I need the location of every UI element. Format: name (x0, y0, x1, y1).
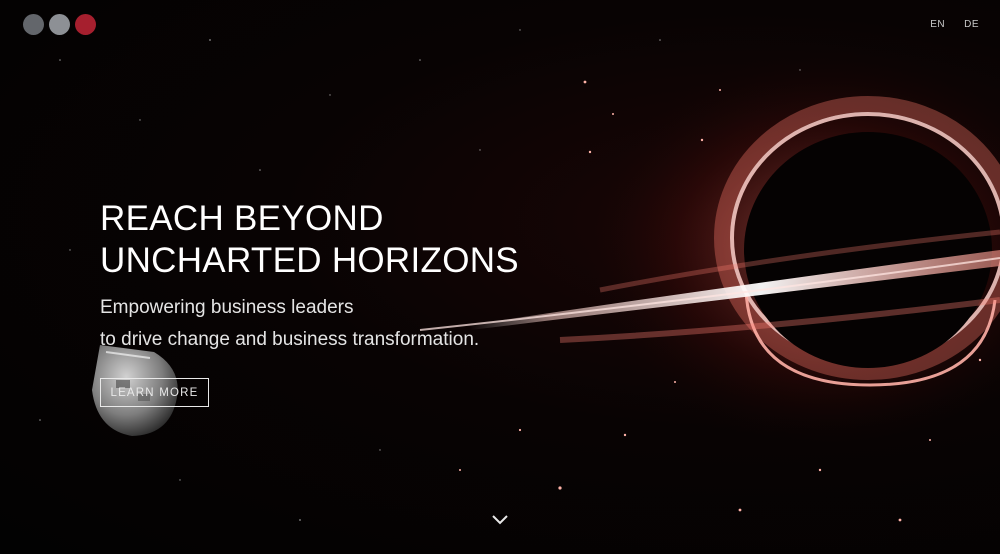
hero-headline-line-1: REACH BEYOND (100, 199, 384, 238)
language-de-link[interactable]: DE (964, 19, 979, 30)
hero-headline: REACH BEYOND UNCHARTED HORIZONS (100, 198, 519, 282)
logo[interactable] (23, 14, 96, 35)
hero-stage: EN DE REACH BEYOND UNCHARTED HORIZONS Em… (0, 0, 1000, 554)
learn-more-button[interactable]: LEARN MORE (100, 378, 209, 407)
logo-dot-2 (49, 14, 70, 35)
hero-text: REACH BEYOND UNCHARTED HORIZONS Empoweri… (100, 198, 519, 356)
logo-dot-3 (75, 14, 96, 35)
hero-subheadline-line-2: to drive change and business transformat… (100, 329, 480, 350)
logo-dot-1 (23, 14, 44, 35)
hero-headline-line-2: UNCHARTED HORIZONS (100, 241, 519, 280)
language-switcher: EN DE (930, 19, 979, 30)
chevron-down-icon (492, 515, 508, 525)
hero-subheadline: Empowering business leaders to drive cha… (100, 292, 519, 356)
hero-subheadline-line-1: Empowering business leaders (100, 297, 354, 318)
language-en-link[interactable]: EN (930, 19, 945, 30)
scroll-down-button[interactable] (491, 513, 509, 525)
